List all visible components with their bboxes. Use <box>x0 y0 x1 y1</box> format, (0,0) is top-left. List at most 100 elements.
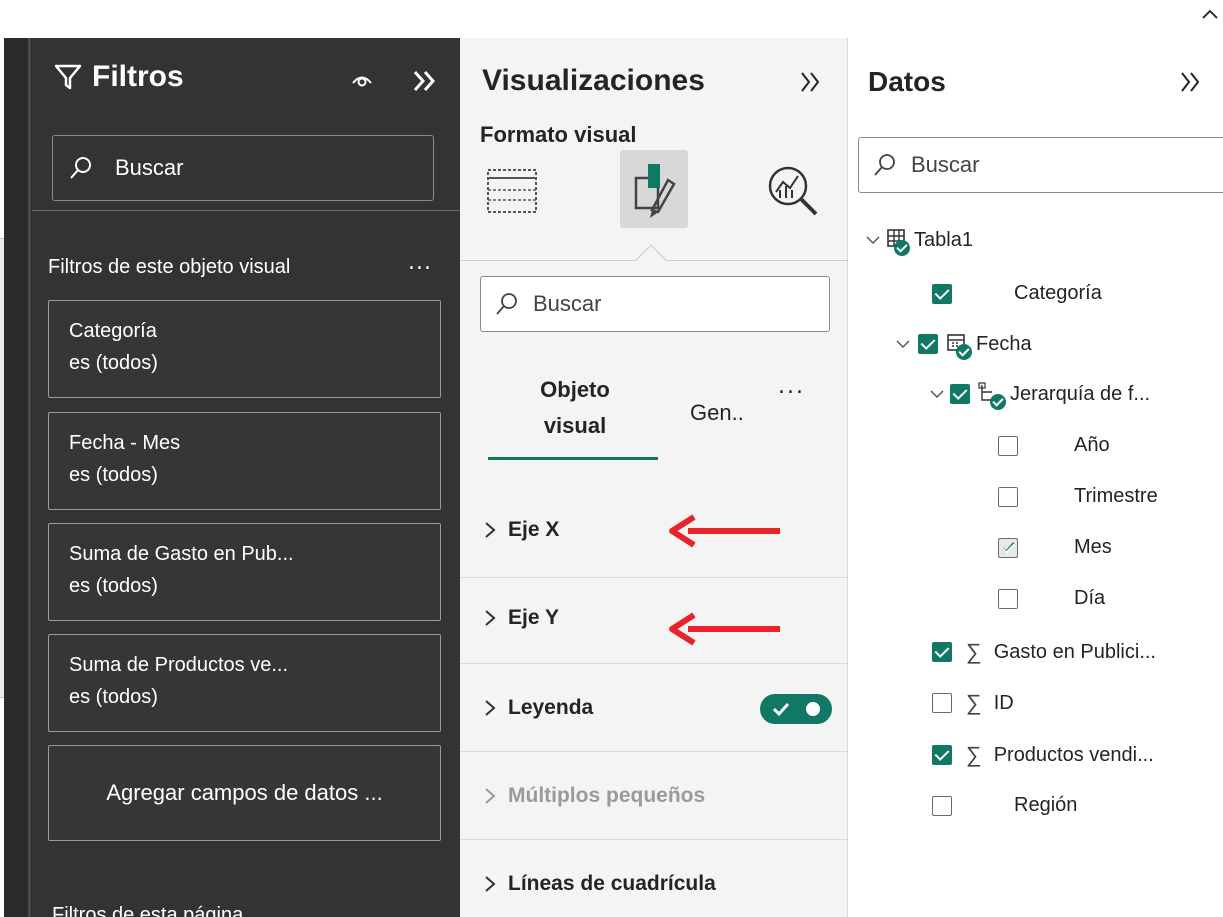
field-checkbox[interactable] <box>998 486 1018 507</box>
search-icon <box>70 157 91 179</box>
field-name: Día <box>1074 587 1106 609</box>
field-name: ID <box>993 691 1014 714</box>
section-legend[interactable]: Leyenda <box>460 664 848 752</box>
field-name: Jerarquía de f... <box>1010 382 1151 405</box>
section-y-axis[interactable]: Eje Y <box>460 578 848 664</box>
field-row[interactable]: ∑ ID <box>932 690 1014 716</box>
filter-field: Suma de Gasto en Pub... <box>69 543 294 565</box>
section-label: Líneas de cuadrícula <box>508 872 716 895</box>
sigma-icon: ∑ <box>966 742 982 767</box>
chevron-right-icon <box>485 788 496 804</box>
filter-state: es (todos) <box>69 352 158 374</box>
active-tab-indicator <box>488 457 658 460</box>
legend-toggle[interactable] <box>760 694 832 724</box>
build-visual-icon[interactable] <box>486 164 538 216</box>
selected-tab-pointer <box>635 244 667 276</box>
table-node[interactable]: Tabla1 <box>864 228 973 256</box>
field-checkbox[interactable] <box>932 642 952 662</box>
field-row[interactable]: ∑ Productos vendi... <box>932 742 1154 768</box>
field-row[interactable]: Día <box>998 587 1105 610</box>
filter-state: es (todos) <box>69 464 158 486</box>
filter-state: es (todos) <box>69 575 158 597</box>
filter-card[interactable]: Suma de Gasto en Pub... es (todos) <box>48 523 441 621</box>
annotation-arrow <box>669 514 780 548</box>
filter-field: Categoría <box>69 320 157 342</box>
toggle-knob <box>806 702 820 716</box>
data-search-input[interactable]: Buscar <box>858 137 1223 193</box>
format-paintbrush-icon <box>634 164 676 218</box>
search-icon <box>496 293 517 315</box>
filter-field: Fecha - Mes <box>69 432 181 454</box>
field-name: Fecha <box>976 332 1032 355</box>
chevron-down-icon <box>896 340 910 349</box>
filters-header: Filtros <box>54 60 184 94</box>
more-options-button[interactable]: ... <box>408 250 432 275</box>
field-name: Año <box>1074 434 1110 456</box>
filter-card[interactable]: Suma de Productos ve... es (todos) <box>48 634 441 732</box>
field-checkbox[interactable] <box>998 588 1018 609</box>
field-checkbox[interactable] <box>918 334 938 354</box>
field-name: Categoría <box>1014 282 1102 304</box>
field-name: Productos vendi... <box>993 743 1154 766</box>
section-label: Leyenda <box>508 696 594 719</box>
analytics-magnifier-icon[interactable] <box>766 164 820 218</box>
field-checkbox[interactable] <box>998 435 1018 456</box>
field-name: Mes <box>1074 536 1112 558</box>
double-chevron-right-icon[interactable] <box>798 68 826 96</box>
filter-state: es (todos) <box>69 686 158 708</box>
field-checkbox[interactable] <box>950 384 970 404</box>
search-icon <box>874 154 895 176</box>
checkmark-badge-icon <box>990 394 1006 410</box>
field-checkbox[interactable] <box>932 693 952 713</box>
visualizations-pane: Visualizaciones Formato visual Buscar Ob <box>460 38 848 917</box>
pane-divider[interactable] <box>28 38 31 917</box>
field-row[interactable]: Año <box>998 434 1110 457</box>
section-label: Eje Y <box>508 606 559 629</box>
tab-general[interactable]: Gen.. <box>690 400 744 426</box>
section-small-multiples: Múltiplos pequeños <box>460 752 848 840</box>
field-checkbox[interactable] <box>932 745 952 765</box>
checkmark-badge-icon <box>894 240 910 256</box>
add-data-fields-dropzone[interactable]: Agregar campos de datos ... <box>48 745 441 841</box>
chevron-right-icon <box>485 522 496 538</box>
table-name: Tabla1 <box>914 228 973 251</box>
filter-field: Suma de Productos ve... <box>69 654 289 676</box>
field-row[interactable]: ∑ Gasto en Publici... <box>932 639 1156 665</box>
left-strip <box>0 38 32 917</box>
field-checkbox[interactable] <box>932 283 952 304</box>
field-row[interactable]: Jerarquía de f... <box>928 382 1151 410</box>
chevron-up-icon[interactable] <box>1201 2 1219 27</box>
format-visual-tab[interactable] <box>620 150 688 228</box>
filter-card[interactable]: Categoría es (todos) <box>48 300 441 398</box>
field-row[interactable]: Mes <box>998 536 1112 559</box>
field-row[interactable]: Fecha <box>894 332 1032 360</box>
field-row[interactable]: Trimestre <box>998 485 1158 508</box>
more-options-button[interactable]: ... <box>778 374 805 399</box>
calendar-table-icon <box>946 332 976 360</box>
double-chevron-right-icon[interactable] <box>410 66 440 96</box>
chevron-right-icon <box>485 700 496 716</box>
filters-search-input[interactable]: Buscar <box>52 135 434 201</box>
visual-filters-label: Filtros de este objeto visual <box>48 256 291 278</box>
eye-icon[interactable] <box>350 68 374 92</box>
double-chevron-right-icon[interactable] <box>1178 68 1206 96</box>
chevron-down-icon <box>866 236 880 245</box>
filter-card[interactable]: Fecha - Mes es (todos) <box>48 412 441 510</box>
field-checkbox[interactable] <box>998 537 1018 558</box>
field-row[interactable]: Categoría <box>932 282 1102 305</box>
filters-pane: Filtros Buscar Filtros de este objeto vi… <box>32 38 460 917</box>
section-gridlines[interactable]: Líneas de cuadrícula <box>460 840 848 917</box>
filters-title: Filtros <box>92 60 184 93</box>
viz-search-input[interactable]: Buscar <box>480 276 830 332</box>
section-x-axis[interactable]: Eje X <box>460 490 848 578</box>
field-checkbox[interactable] <box>932 795 952 816</box>
top-bar <box>0 0 1223 38</box>
format-visual-label: Formato visual <box>480 122 637 147</box>
annotation-arrow <box>669 612 780 646</box>
funnel-icon <box>54 64 82 90</box>
tab-visual[interactable]: Objeto visual <box>490 372 660 444</box>
field-name: Gasto en Publici... <box>993 640 1156 663</box>
tab-visual-line2: visual <box>543 413 607 438</box>
field-row[interactable]: Región <box>932 794 1077 817</box>
check-icon <box>772 702 790 717</box>
